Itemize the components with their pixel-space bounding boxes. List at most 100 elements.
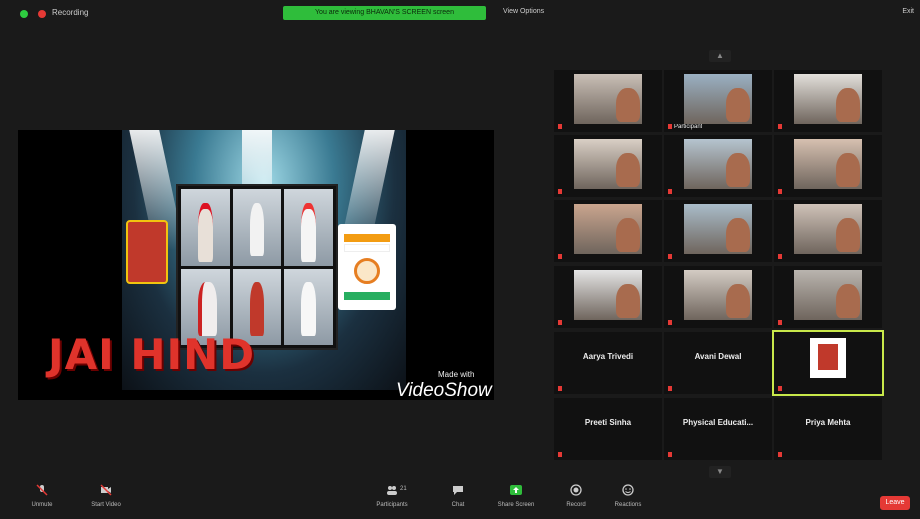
gallery-page-down-button[interactable]: ▼ — [709, 466, 731, 478]
participant-display-name: Avani Dewal — [694, 352, 742, 361]
participant-video — [574, 270, 642, 320]
photo-collage — [176, 184, 338, 350]
collage-photo — [284, 189, 333, 266]
participants-count: 21 — [400, 486, 407, 492]
muted-mic-icon — [778, 253, 782, 259]
participant-video — [574, 139, 642, 189]
muted-mic-icon — [668, 123, 672, 129]
participant-figure — [616, 284, 640, 318]
participants-button[interactable]: Participants — [364, 484, 420, 508]
participant-display-name: Preeti Sinha — [584, 418, 632, 427]
security-shield-icon[interactable] — [20, 10, 28, 18]
participant-name-label — [668, 188, 674, 195]
participant-name-label — [668, 319, 674, 326]
jai-hind-headline: JAI HIND — [48, 330, 256, 379]
participant-tile[interactable] — [774, 266, 882, 328]
participant-tile[interactable] — [772, 330, 884, 396]
unmute-button[interactable]: Unmute — [14, 484, 70, 508]
participant-name-label — [778, 188, 784, 195]
muted-mic-icon — [558, 451, 562, 457]
flag-band-saffron — [344, 234, 390, 242]
participant-tile[interactable]: Physical Educati... — [664, 398, 772, 460]
share-screen-button[interactable]: Share Screen — [488, 484, 544, 508]
participant-tile[interactable] — [664, 266, 772, 328]
participant-display-name: Priya Mehta — [805, 418, 851, 427]
participant-name-text: Participant — [674, 124, 703, 130]
participant-name-label: Participant — [668, 123, 703, 130]
start-video-label: Start Video — [91, 502, 121, 508]
muted-mic-icon — [558, 123, 562, 129]
unmute-label: Unmute — [31, 502, 53, 508]
chat-bubble-icon — [453, 486, 463, 495]
participant-tile[interactable] — [664, 135, 772, 197]
muted-mic-icon — [558, 253, 562, 259]
muted-mic-icon — [558, 385, 562, 391]
participant-figure — [726, 284, 750, 318]
muted-mic-icon — [668, 319, 672, 325]
participant-video — [684, 204, 752, 254]
participant-display-name: Physical Educati... — [682, 418, 754, 427]
participant-video — [574, 74, 642, 124]
participant-name-label — [558, 451, 564, 458]
participants-label: Participants — [376, 502, 408, 508]
participant-tile[interactable]: Priya Mehta — [774, 398, 882, 460]
participant-figure — [726, 88, 750, 122]
participant-tile[interactable]: Aarya Trivedi — [554, 332, 662, 394]
gallery-page-up-button[interactable]: ▲ — [709, 50, 731, 62]
muted-mic-icon — [778, 123, 782, 129]
participant-figure — [616, 88, 640, 122]
participant-figure — [836, 153, 860, 187]
participant-video — [684, 74, 752, 124]
smiley-icon — [622, 484, 634, 496]
tricolor-flag-card — [338, 224, 396, 310]
participant-tile[interactable] — [554, 135, 662, 197]
participant-tile[interactable] — [664, 200, 772, 262]
reactions-label: Reactions — [614, 502, 642, 508]
muted-mic-icon — [778, 188, 782, 194]
participant-name-label — [558, 253, 564, 260]
muted-mic-icon — [778, 451, 782, 457]
participant-video — [574, 204, 642, 254]
participant-name-label — [668, 385, 674, 392]
record-button[interactable]: Record — [548, 484, 604, 508]
view-options-button[interactable]: View Options — [503, 8, 544, 15]
participant-tile[interactable]: Participant — [664, 70, 772, 132]
participant-tile[interactable] — [554, 200, 662, 262]
meeting-toolbar: Unmute Start Video Participants 21 Chat … — [0, 478, 920, 519]
muted-mic-icon — [668, 451, 672, 457]
participant-tile[interactable] — [774, 135, 882, 197]
chat-button[interactable]: Chat — [430, 484, 486, 508]
participant-video — [794, 74, 862, 124]
shared-screen: JAI HIND Made with VideoShow — [18, 130, 494, 400]
leave-meeting-button[interactable]: Leave — [880, 496, 910, 510]
participant-tile[interactable] — [774, 200, 882, 262]
participant-tile[interactable] — [554, 266, 662, 328]
participant-video — [684, 139, 752, 189]
flag-band-green — [344, 292, 390, 300]
record-label: Record — [566, 502, 586, 508]
reactions-button[interactable]: Reactions — [600, 484, 656, 508]
video-camera-off-icon — [100, 484, 112, 496]
start-video-button[interactable]: Start Video — [78, 484, 134, 508]
participant-tile[interactable]: Avani Dewal — [664, 332, 772, 394]
participant-figure — [616, 218, 640, 252]
collage-photo — [232, 189, 282, 266]
made-with-label: Made with — [438, 370, 475, 379]
participant-name-label — [778, 123, 784, 130]
participant-video — [794, 139, 862, 189]
participant-name-label — [558, 385, 564, 392]
participant-tile[interactable] — [554, 70, 662, 132]
muted-mic-icon — [558, 188, 562, 194]
participant-tile[interactable]: Preeti Sinha — [554, 398, 662, 460]
participant-tile[interactable] — [774, 70, 882, 132]
muted-mic-icon — [778, 319, 782, 325]
participant-name-label — [668, 451, 674, 458]
participants-icon — [387, 486, 397, 495]
share-screen-icon — [510, 485, 522, 495]
participant-name-label — [778, 319, 784, 326]
fullscreen-button[interactable]: Exit — [902, 8, 914, 15]
school-crest-icon — [810, 338, 846, 378]
flag-band-white — [344, 244, 390, 252]
school-emblem-icon — [126, 220, 168, 284]
microphone-muted-icon — [36, 484, 48, 496]
